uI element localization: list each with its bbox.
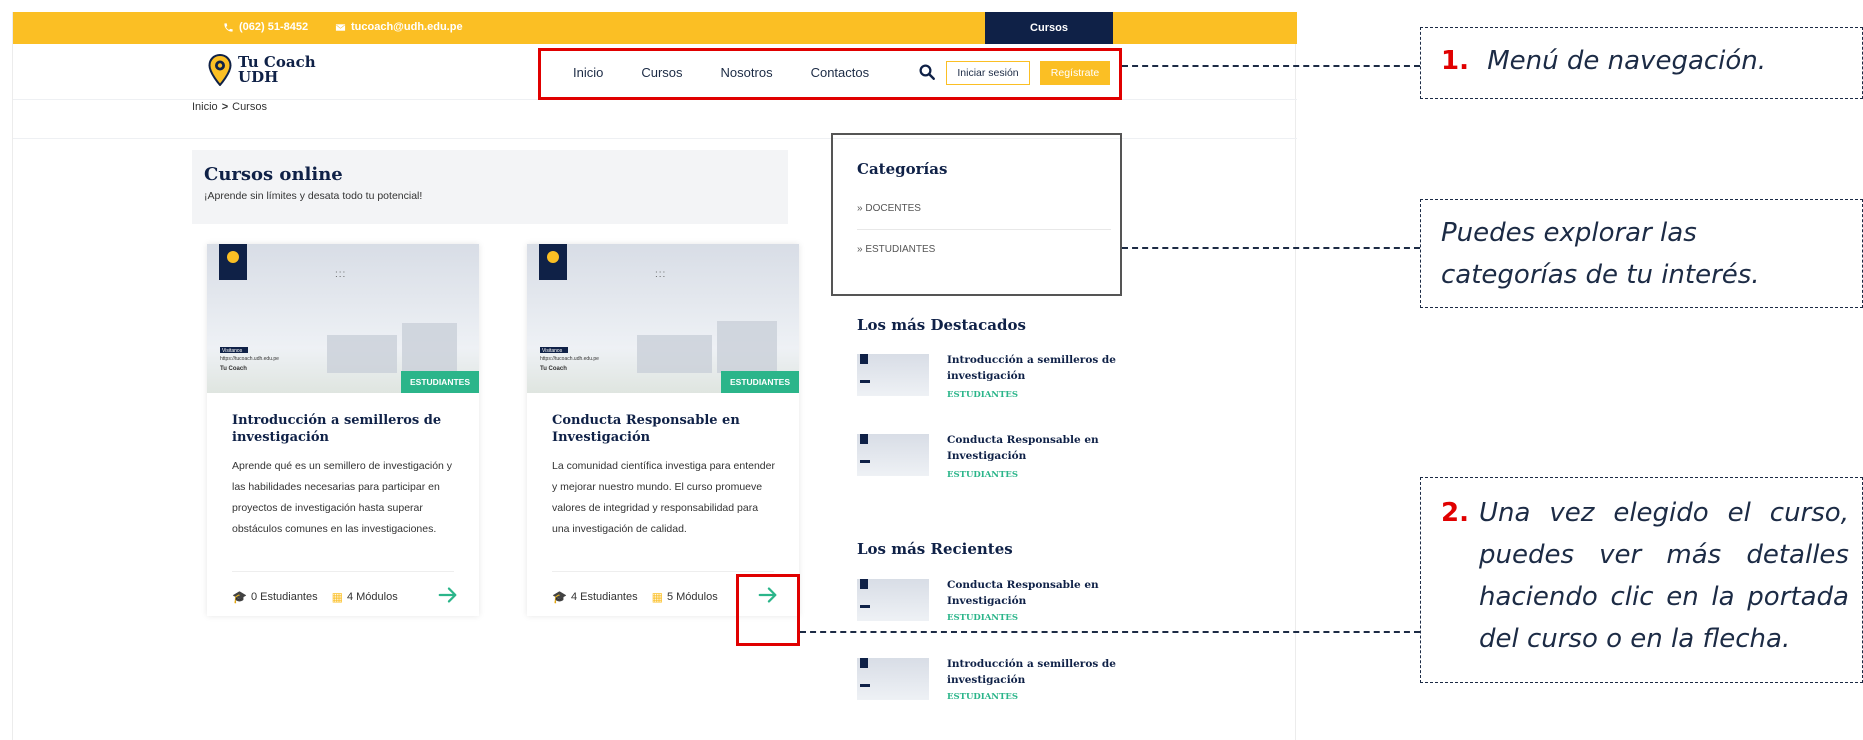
course-cover[interactable]: ::: Visitanos https://tucoach.udh.edu.pe… [207,244,479,393]
page-title: Cursos online [204,164,343,185]
callout-1-text: Menú de navegación. [1487,46,1767,76]
modules-icon: ▦ [651,590,663,604]
modules-icon: ▦ [331,590,343,604]
breadcrumb-separator-icon: > [221,101,229,113]
category-badge: ESTUDIANTES [721,371,799,393]
recent-thumbnail[interactable] [857,658,929,700]
callout-categories: Puedes explorar las categorías de tu int… [1420,199,1863,308]
categories-highlight-box [831,133,1122,296]
students-count: 4 Estudiantes [570,591,638,603]
featured-item[interactable]: Conducta Responsable en Investigación ES… [857,432,1117,482]
recent-item-title[interactable]: Introducción a semilleros de investigaci… [947,656,1117,688]
course-meta: 🎓 0 Estudiantes ▦ 4 Módulos [232,590,398,604]
callout-2-leader [1122,247,1420,249]
graduation-cap-icon: 🎓 [232,590,247,604]
cover-tag: Visitanos [542,348,563,354]
cover-brand: Tu Coach [540,366,567,372]
course-card[interactable]: ::: Visitanos https://tucoach.udh.edu.pe… [207,244,479,616]
email-text: tucoach@udh.edu.pe [351,21,463,33]
callout-2-text: Puedes explorar las categorías de tu int… [1441,218,1760,290]
callout-3-number: 2. [1441,498,1469,528]
cover-url: https://tucoach.udh.edu.pe [220,356,279,362]
featured-thumbnail[interactable] [857,354,929,396]
course-title[interactable]: Conducta Responsable en Investigación [552,412,782,446]
arrow-right-icon[interactable] [437,584,459,606]
cover-dots-icon: ::: [655,269,667,280]
graduation-cap-icon: 🎓 [552,590,567,604]
cover-logo-icon [219,244,247,280]
cover-tag: Visitanos [222,348,243,354]
course-cover[interactable]: ::: Visitanos https://tucoach.udh.edu.pe… [527,244,799,393]
featured-item-title[interactable]: Introducción a semilleros de investigaci… [947,352,1117,384]
phone-contact[interactable]: (062) 51-8452 [223,21,308,33]
recent-title: Los más Recientes [857,540,1013,558]
cover-url: https://tucoach.udh.edu.pe [540,356,599,362]
top-bar: (062) 51-8452 tucoach@udh.edu.pe Cursos [13,12,1297,44]
recent-item-tag: ESTUDIANTES [947,613,1019,623]
recent-item-title[interactable]: Conducta Responsable en Investigación [947,577,1117,609]
nav-highlight-box [538,48,1122,100]
logo-line-2: UDH [238,68,279,86]
featured-title: Los más Destacados [857,316,1026,334]
course-description: La comunidad científica investiga para e… [552,460,775,535]
callout-navigation: 1. Menú de navegación. [1420,27,1863,99]
course-card[interactable]: ::: Visitanos https://tucoach.udh.edu.pe… [527,244,799,616]
recent-item-tag: ESTUDIANTES [947,692,1019,702]
logo-pin-icon [208,54,232,86]
category-badge: ESTUDIANTES [401,371,479,393]
callout-3-leader [800,631,1420,633]
hero-banner: Cursos online ¡Aprende sin límites y des… [192,150,788,224]
phone-text: (062) 51-8452 [239,21,309,33]
cover-logo-icon [539,244,567,280]
site-logo[interactable]: Tu Coach UDH [208,54,316,86]
callout-course-details: 2. Una vez elegido el curso, puedes ver … [1420,477,1863,683]
featured-item-tag: ESTUDIANTES [947,390,1019,400]
recent-item[interactable]: Introducción a semilleros de investigaci… [857,656,1117,706]
course-description: Aprende qué es un semillero de investiga… [232,460,453,535]
recent-item[interactable]: Conducta Responsable en Investigación ES… [857,577,1117,627]
featured-thumbnail[interactable] [857,434,929,476]
logo-text: Tu Coach UDH [238,55,316,85]
email-contact[interactable]: tucoach@udh.edu.pe [335,21,463,33]
modules-count: 4 Módulos [346,591,398,603]
modules-count: 5 Módulos [666,591,718,603]
page-subtitle: ¡Aprende sin límites y desata todo tu po… [204,190,423,202]
students-count: 0 Estudiantes [250,591,318,603]
featured-item-tag: ESTUDIANTES [947,470,1019,480]
callout-1-number: 1. [1441,46,1469,76]
breadcrumb: Inicio > Cursos [192,101,267,113]
arrow-highlight-box [736,574,800,646]
cover-dots-icon: ::: [335,269,347,280]
breadcrumb-current: Cursos [232,101,267,113]
cover-brand: Tu Coach [220,366,247,372]
featured-item[interactable]: Introducción a semilleros de investigaci… [857,352,1117,402]
mail-icon [335,23,346,31]
topbar-cursos-tab[interactable]: Cursos [985,12,1113,44]
phone-icon [224,22,233,32]
callout-3-text: Una vez elegido el curso, puedes ver más… [1478,498,1849,654]
featured-item-title[interactable]: Conducta Responsable en Investigación [947,432,1117,464]
course-title[interactable]: Introducción a semilleros de investigaci… [232,412,462,446]
recent-thumbnail[interactable] [857,579,929,621]
breadcrumb-home[interactable]: Inicio [192,101,218,113]
course-meta: 🎓 4 Estudiantes ▦ 5 Módulos [552,590,718,604]
callout-1-leader [1122,65,1420,67]
